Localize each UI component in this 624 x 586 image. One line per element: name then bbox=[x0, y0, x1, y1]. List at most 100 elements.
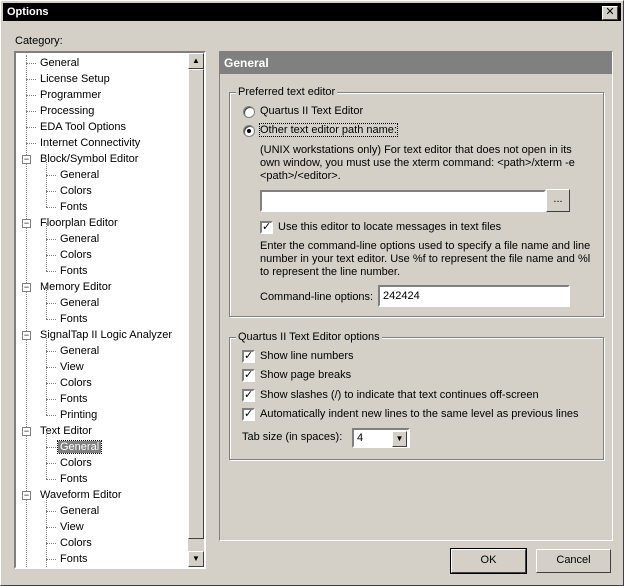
tree-connector bbox=[26, 127, 36, 128]
tree-item-label: Fonts bbox=[60, 265, 88, 277]
window-title: Options bbox=[7, 6, 49, 18]
tree-connector bbox=[26, 79, 36, 80]
tree-connector bbox=[46, 415, 56, 416]
tree-connector bbox=[46, 319, 56, 320]
tree-item[interactable]: General bbox=[58, 343, 101, 359]
tree-connector bbox=[46, 447, 47, 463]
tree-connector bbox=[46, 223, 47, 239]
tree-item-label: Colors bbox=[60, 457, 92, 469]
tree-connector bbox=[46, 527, 56, 528]
tree-item[interactable]: General bbox=[56, 439, 103, 455]
browse-button[interactable]: ... bbox=[546, 189, 570, 212]
radio-quartus-editor[interactable] bbox=[243, 106, 255, 118]
tree-item[interactable]: Internet Connectivity bbox=[38, 135, 142, 151]
tree-item[interactable]: EDA Tool Options bbox=[38, 119, 128, 135]
tree-item[interactable]: SignalTap II Logic Analyzer bbox=[38, 327, 174, 343]
collapse-icon[interactable]: − bbox=[22, 331, 31, 340]
tree-item[interactable]: Floorplan Editor bbox=[38, 215, 120, 231]
tree-item[interactable]: General bbox=[58, 231, 101, 247]
tab-size-select[interactable]: 4 ▼ bbox=[352, 428, 410, 448]
tree-item-label: View bbox=[60, 521, 84, 533]
tree-connector bbox=[46, 559, 56, 560]
chevron-down-icon[interactable]: ▼ bbox=[392, 431, 407, 447]
tree-connector bbox=[46, 175, 56, 176]
tree-item[interactable]: View bbox=[58, 359, 86, 375]
tree-connector bbox=[46, 271, 56, 272]
tree-item[interactable]: General bbox=[38, 55, 81, 71]
tree-item-label: General bbox=[60, 297, 100, 309]
tree-connector bbox=[46, 255, 47, 271]
tree-item-label: General bbox=[60, 169, 100, 181]
category-tree: General License Setup Programmer Processing… bbox=[14, 51, 206, 569]
panel-title: General bbox=[220, 52, 612, 74]
collapse-icon[interactable]: − bbox=[22, 491, 31, 500]
tree-connector bbox=[46, 511, 47, 527]
tree-item[interactable]: Fonts bbox=[58, 471, 90, 487]
tree-connector bbox=[46, 335, 47, 351]
tree-item[interactable]: Fonts bbox=[58, 311, 90, 327]
tab-size-value: 4 bbox=[357, 432, 364, 444]
collapse-icon[interactable]: − bbox=[22, 219, 31, 228]
tree-connector bbox=[46, 383, 56, 384]
collapse-icon[interactable]: − bbox=[22, 283, 31, 292]
tree-item[interactable]: Fonts bbox=[58, 391, 90, 407]
tree-item[interactable]: Programmer bbox=[38, 87, 103, 103]
tree-item[interactable]: Colors bbox=[58, 247, 94, 263]
tree-connector bbox=[26, 63, 36, 64]
tree-item[interactable]: Waveform Editor bbox=[38, 487, 124, 503]
ok-button[interactable]: OK bbox=[450, 548, 527, 574]
tree-item-label: General bbox=[56, 440, 103, 454]
show-page-breaks-checkbox[interactable]: ✓ bbox=[242, 369, 255, 382]
tree-item[interactable]: Fonts bbox=[58, 199, 90, 215]
auto-indent-checkbox[interactable]: ✓ bbox=[242, 408, 255, 421]
tree-item[interactable]: Fonts bbox=[58, 551, 90, 567]
tree-connector bbox=[46, 495, 47, 511]
tree-connector bbox=[46, 479, 56, 480]
collapse-icon[interactable]: − bbox=[22, 427, 31, 436]
tree-item-label: Waveform Editor bbox=[40, 489, 122, 501]
tree-connector bbox=[46, 191, 56, 192]
tree-item[interactable]: General bbox=[58, 503, 101, 519]
tree-item[interactable]: General bbox=[58, 295, 101, 311]
tree-connector bbox=[46, 367, 56, 368]
tree-connector bbox=[46, 527, 47, 543]
scroll-thumb[interactable] bbox=[188, 69, 204, 539]
tree-item[interactable]: General bbox=[58, 167, 101, 183]
tree-item[interactable]: Colors bbox=[58, 535, 94, 551]
collapse-icon[interactable]: − bbox=[22, 155, 31, 164]
cmdline-input[interactable]: 242424 bbox=[378, 285, 570, 307]
tree-item[interactable]: Fonts bbox=[58, 263, 90, 279]
tree-connector bbox=[46, 463, 47, 479]
scroll-down-icon[interactable]: ▼ bbox=[188, 551, 204, 567]
tree-item[interactable]: Processing bbox=[38, 103, 96, 119]
tree-connector bbox=[46, 239, 56, 240]
tree-item[interactable]: Printing bbox=[58, 407, 99, 423]
show-line-numbers-label: Show line numbers bbox=[260, 350, 354, 362]
tree-item[interactable]: View bbox=[58, 519, 86, 535]
scroll-up-icon[interactable]: ▲ bbox=[188, 53, 204, 69]
show-line-numbers-checkbox[interactable]: ✓ bbox=[242, 350, 255, 363]
tree-item-label: General bbox=[60, 345, 100, 357]
radio-other-editor[interactable] bbox=[243, 125, 255, 137]
tree-item[interactable]: License Setup bbox=[38, 71, 112, 87]
close-icon[interactable]: ✕ bbox=[602, 6, 618, 20]
tree-item[interactable]: Colors bbox=[58, 455, 94, 471]
locate-messages-checkbox[interactable]: ✓ bbox=[260, 221, 273, 234]
tree-item-label: Colors bbox=[60, 249, 92, 261]
tree-item-label: Fonts bbox=[60, 313, 88, 325]
tab-size-label: Tab size (in spaces): bbox=[242, 431, 343, 443]
category-label: Category: bbox=[15, 35, 63, 47]
tree-item[interactable]: Block/Symbol Editor bbox=[38, 151, 140, 167]
tree-connector bbox=[46, 303, 56, 304]
cmdline-instructions: Enter the command-line options used to s… bbox=[260, 240, 591, 278]
tree-item[interactable]: Colors bbox=[58, 375, 94, 391]
tree-item-label: EDA Tool Options bbox=[40, 121, 127, 133]
tree-scrollbar[interactable]: ▲ ▼ bbox=[188, 53, 204, 567]
show-slashes-checkbox[interactable]: ✓ bbox=[242, 389, 255, 402]
tree-item-label: Programmer bbox=[40, 89, 102, 101]
tree-item[interactable]: Colors bbox=[58, 183, 94, 199]
cancel-button[interactable]: Cancel bbox=[536, 549, 611, 573]
tree-item[interactable]: Memory Editor bbox=[38, 279, 114, 295]
editor-path-input[interactable] bbox=[260, 190, 546, 212]
tree-item-label: General bbox=[60, 505, 100, 517]
